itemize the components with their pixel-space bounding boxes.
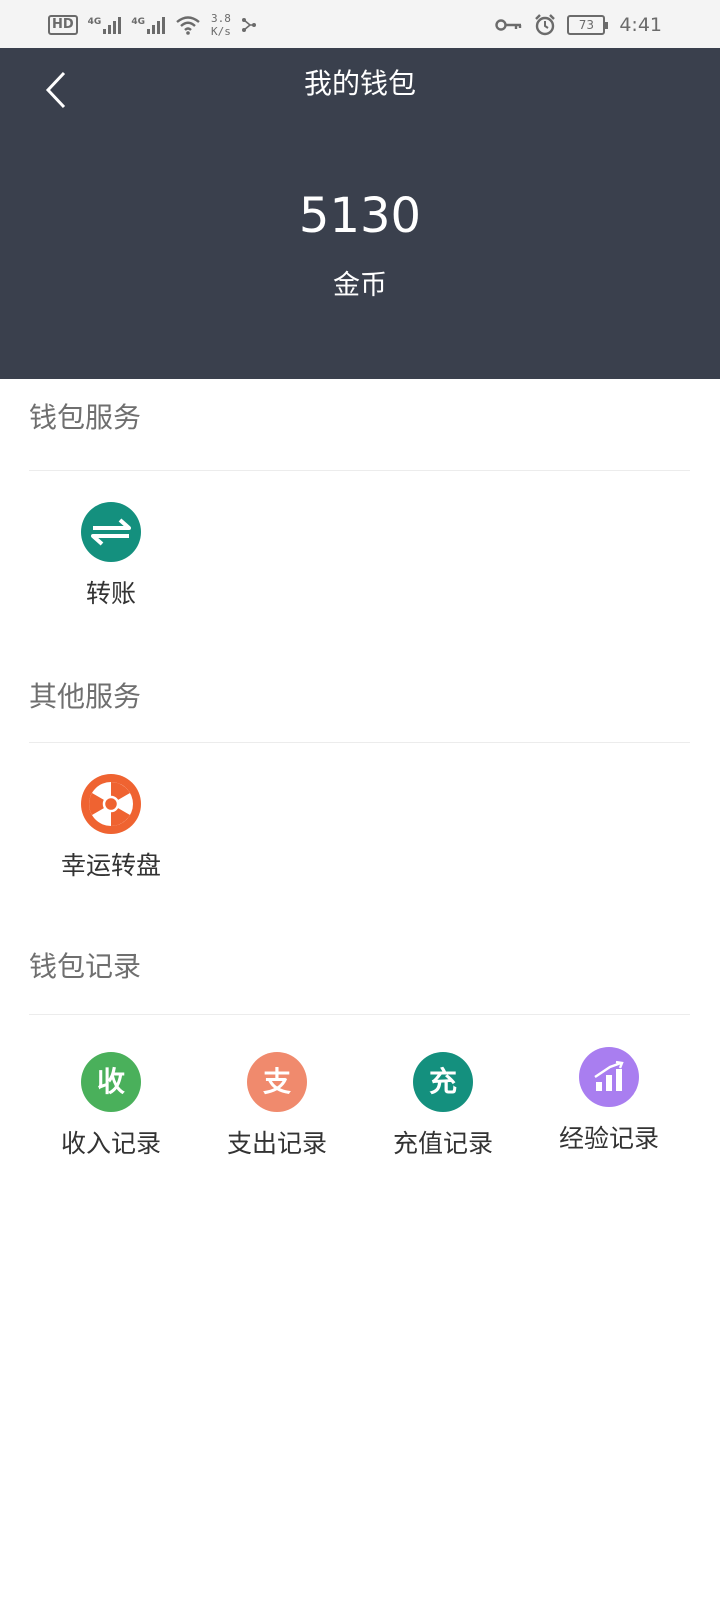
alarm-icon [535, 14, 556, 36]
network-speed: 3.8 K/s [210, 12, 231, 38]
experience-chart-icon [579, 1047, 639, 1107]
status-bar: HD 4G 4G 3.8 K/s 73 4:41 [0, 0, 720, 48]
key-icon [495, 19, 522, 31]
expense-icon: 支 [247, 1052, 307, 1112]
hd-indicator: HD [48, 15, 78, 35]
transfer-label: 转账 [85, 579, 136, 608]
section-title-other-services: 其他服务 [29, 680, 142, 713]
share-icon [241, 18, 256, 32]
divider [29, 742, 690, 743]
section-title-wallet-records: 钱包记录 [29, 950, 142, 983]
coin-unit-label: 金币 [333, 270, 387, 301]
income-records-label: 收入记录 [60, 1129, 161, 1158]
experience-records-button[interactable]: 经验记录 [526, 1047, 692, 1157]
income-records-button[interactable]: 收 收入记录 [28, 1052, 194, 1162]
expense-records-label: 支出记录 [226, 1129, 327, 1158]
lucky-wheel-icon [81, 774, 141, 834]
status-time: 4:41 [619, 14, 662, 36]
divider [29, 1014, 690, 1015]
battery-icon: 73 [567, 15, 609, 35]
wallet-header: 我的钱包 5130 金币 [0, 48, 720, 379]
signal-icon: 4G [88, 16, 122, 34]
transfer-button[interactable]: 转账 [28, 502, 194, 612]
transfer-arrows-icon [81, 502, 141, 562]
experience-records-label: 经验记录 [558, 1124, 659, 1153]
signal-icon-2: 4G [131, 16, 165, 34]
income-icon: 收 [81, 1052, 141, 1112]
status-bar-left: HD 4G 4G 3.8 K/s [48, 8, 257, 42]
expense-records-button[interactable]: 支 支出记录 [194, 1052, 360, 1162]
lucky-wheel-label: 幸运转盘 [60, 851, 161, 880]
divider [29, 470, 690, 471]
recharge-icon: 充 [413, 1052, 473, 1112]
recharge-records-label: 充值记录 [392, 1129, 493, 1158]
page-title: 我的钱包 [303, 67, 416, 100]
coin-balance: 5130 [298, 188, 422, 244]
section-title-wallet-services: 钱包服务 [29, 401, 142, 434]
status-bar-right: 73 4:41 [495, 8, 662, 42]
recharge-records-button[interactable]: 充 充值记录 [360, 1052, 526, 1162]
lucky-wheel-button[interactable]: 幸运转盘 [28, 774, 194, 884]
wifi-icon [176, 16, 200, 35]
